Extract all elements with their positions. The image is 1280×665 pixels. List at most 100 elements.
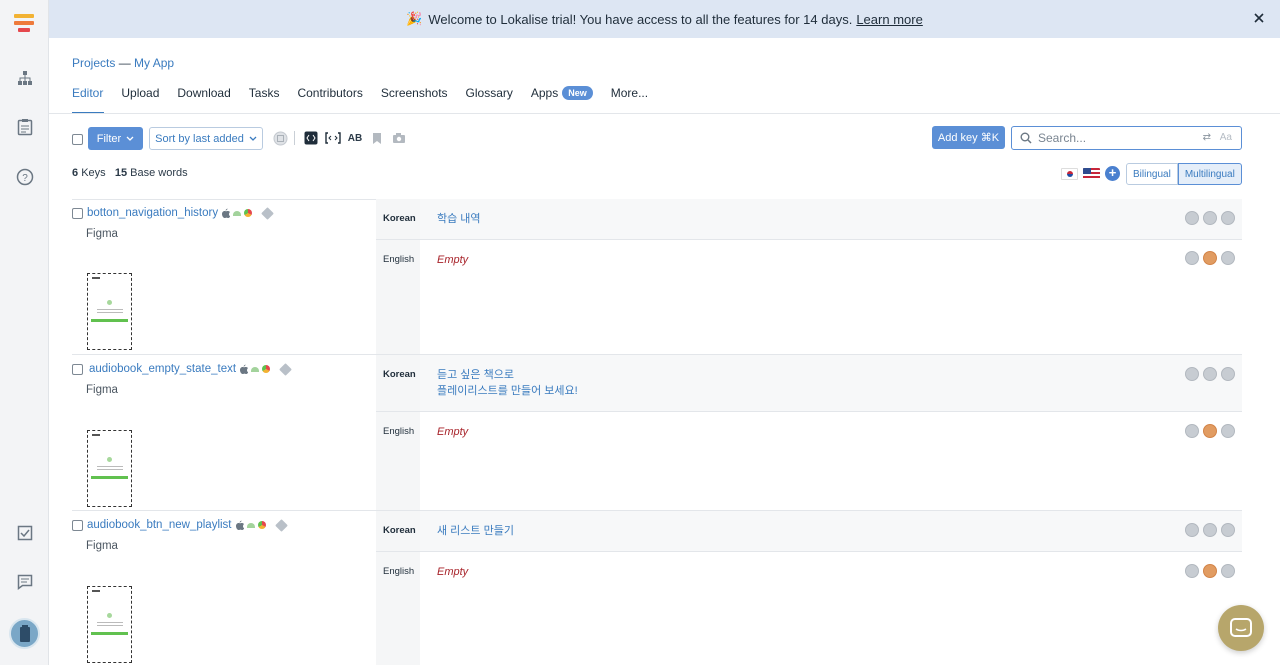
segment-status [1185, 523, 1239, 537]
key-checkbox[interactable] [72, 207, 83, 219]
tab-download[interactable]: Download [177, 86, 230, 112]
tag-icon[interactable] [274, 518, 288, 532]
korean-segment[interactable] [420, 511, 1242, 551]
key-name-link[interactable]: audiobook_empty_state_text [89, 363, 236, 375]
verify-status-icon[interactable] [1203, 367, 1217, 381]
project-tabs: Editor Upload Download Tasks Contributor… [72, 86, 666, 112]
translation-korean[interactable]: 새 리스트 만들기 [437, 523, 514, 539]
translation-korean[interactable]: 듣고 싶은 책으로 플레이리스트를 만들어 보세요! [437, 367, 578, 399]
breadcrumb-projects[interactable]: Projects [72, 56, 115, 70]
history-icon[interactable] [1221, 564, 1235, 578]
filter-label: Filter [96, 132, 122, 145]
support-chat-button[interactable] [1218, 605, 1264, 651]
lokalise-logo[interactable] [14, 14, 34, 38]
history-icon[interactable] [1221, 367, 1235, 381]
spellcheck-icon[interactable]: AB [347, 130, 363, 146]
multilingual-button[interactable]: Multilingual [1177, 163, 1242, 185]
filter-button[interactable]: Filter [88, 127, 143, 150]
key-checkbox[interactable] [72, 363, 83, 375]
user-avatar[interactable] [9, 618, 40, 649]
breadcrumb-project[interactable]: My App [134, 56, 174, 70]
select-all-checkbox[interactable] [72, 134, 83, 145]
korean-segment[interactable] [420, 199, 1242, 239]
us-flag-icon[interactable] [1083, 167, 1100, 180]
unverified-status-icon[interactable] [1203, 424, 1217, 438]
tab-screenshots[interactable]: Screenshots [381, 86, 448, 112]
tab-more[interactable]: More... [611, 86, 648, 112]
help-icon[interactable]: ? [12, 164, 38, 190]
tab-apps[interactable]: Apps New [531, 86, 593, 112]
unselect-icon[interactable] [272, 130, 288, 146]
tab-editor[interactable]: Editor [72, 86, 103, 112]
add-language-icon[interactable]: + [1105, 166, 1120, 181]
verify-status-icon[interactable] [1203, 523, 1217, 537]
tab-tasks[interactable]: Tasks [249, 86, 280, 112]
language-label-korean: Korean [383, 525, 416, 536]
match-case-toggle[interactable]: Aa [1220, 132, 1232, 143]
tag-icon[interactable] [261, 206, 274, 220]
review-status-icon[interactable] [1185, 211, 1199, 225]
learn-more-link[interactable]: Learn more [856, 12, 922, 27]
review-status-icon[interactable] [1185, 523, 1199, 537]
review-status-icon[interactable] [1185, 251, 1199, 265]
key-source: Figma [86, 228, 118, 240]
screenshot-thumbnail[interactable] [87, 586, 132, 663]
tab-contributors[interactable]: Contributors [297, 86, 362, 112]
screenshot-thumbnail[interactable] [87, 430, 132, 507]
history-icon[interactable] [1221, 424, 1235, 438]
svg-text:?: ? [22, 173, 28, 184]
history-icon[interactable] [1221, 251, 1235, 265]
apple-icon [222, 208, 231, 218]
tag-icon[interactable] [279, 362, 292, 376]
verify-status-icon[interactable] [1203, 211, 1217, 225]
projects-hierarchy-icon[interactable] [12, 65, 38, 91]
search-box: ⇄ Aa [1011, 126, 1242, 150]
keys-count: 6 [72, 167, 79, 179]
comments-icon[interactable] [12, 569, 38, 595]
translation-english[interactable]: Empty [437, 566, 468, 578]
korean-flag-icon[interactable] [1061, 167, 1078, 180]
words-label: Base words [130, 167, 188, 179]
code-icon[interactable] [303, 130, 319, 146]
unverified-status-icon[interactable] [1203, 564, 1217, 578]
banner-text: Welcome to Lokalise trial! You have acce… [428, 11, 853, 27]
android-icon [251, 366, 260, 372]
trial-banner: 🎉 Welcome to Lokalise trial! You have ac… [49, 0, 1280, 38]
party-emoji: 🎉 [406, 11, 423, 26]
history-icon[interactable] [1221, 523, 1235, 537]
segment-status [1185, 251, 1239, 265]
screenshot-thumbnail[interactable] [87, 273, 132, 350]
left-rail: ? [0, 0, 49, 665]
review-status-icon[interactable] [1185, 367, 1199, 381]
translation-korean[interactable]: 학습 내역 [437, 211, 481, 227]
key-name-link[interactable]: audiobook_btn_new_playlist [87, 519, 232, 531]
tab-glossary[interactable]: Glossary [466, 86, 513, 112]
unverified-status-icon[interactable] [1203, 251, 1217, 265]
key-name-link[interactable]: botton_navigation_history [87, 207, 218, 219]
key-header: audiobook_btn_new_playlist [72, 518, 288, 532]
translation-english[interactable]: Empty [437, 426, 468, 438]
key-source: Figma [86, 540, 118, 552]
sort-dropdown[interactable]: Sort by last added [149, 127, 263, 150]
platforms [235, 520, 269, 530]
tab-apps-label: Apps [530, 86, 559, 100]
key-checkbox[interactable] [72, 519, 83, 531]
close-icon[interactable] [1252, 11, 1266, 25]
search-input[interactable] [1038, 131, 1198, 145]
add-key-button[interactable]: Add key ⌘K [932, 126, 1005, 149]
toolbar-divider [294, 131, 295, 145]
tab-upload[interactable]: Upload [121, 86, 159, 112]
breadcrumb-separator: — [118, 56, 131, 70]
tasks-check-icon[interactable] [12, 520, 38, 546]
camera-icon[interactable] [391, 130, 407, 146]
review-status-icon[interactable] [1185, 564, 1199, 578]
bilingual-button[interactable]: Bilingual [1126, 163, 1178, 185]
placeholder-icon[interactable] [325, 130, 341, 146]
review-status-icon[interactable] [1185, 424, 1199, 438]
regex-icon[interactable]: ⇄ [1203, 132, 1211, 143]
clipboard-icon[interactable] [12, 114, 38, 140]
translation-english[interactable]: Empty [437, 254, 468, 266]
history-icon[interactable] [1221, 211, 1235, 225]
bookmark-icon[interactable] [369, 130, 385, 146]
apple-icon [235, 520, 244, 530]
